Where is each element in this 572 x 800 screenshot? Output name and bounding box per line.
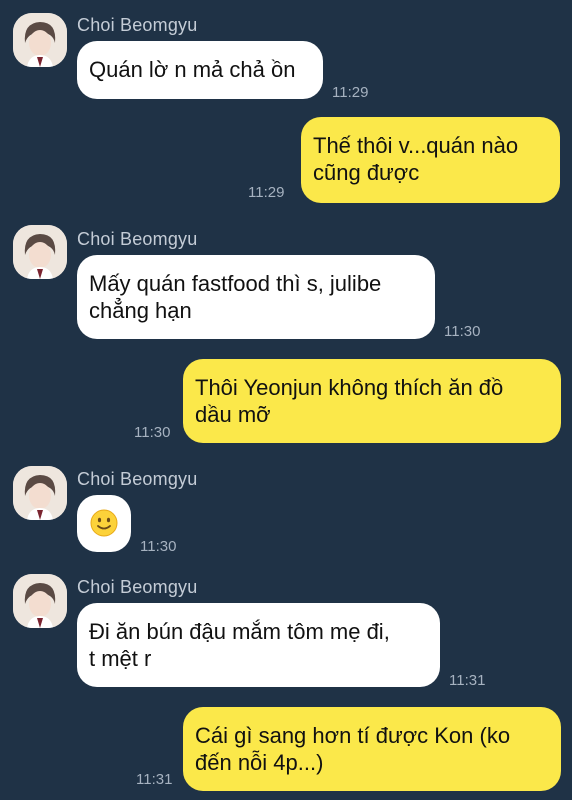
slightly-smiling-face-icon	[90, 509, 118, 537]
message-text-line: Mấy quán fastfood thì s, julibe	[89, 271, 382, 296]
message-bubble-outgoing[interactable]: Cái gì sang hơn tí được Kon (ko đến nỗi …	[183, 707, 561, 791]
message-bubble-incoming[interactable]: Quán lờ n mả chả ồn	[77, 41, 323, 99]
message-timestamp: 11:30	[444, 323, 481, 340]
avatar[interactable]	[13, 574, 67, 628]
message-text-line: đến nỗi 4p...)	[195, 750, 324, 775]
avatar[interactable]	[13, 13, 67, 67]
avatar[interactable]	[13, 225, 67, 279]
message-timestamp: 11:30	[140, 538, 177, 555]
message-bubble-incoming[interactable]: Mấy quán fastfood thì s, julibe chẳng hạ…	[77, 255, 435, 339]
sender-name: Choi Beomgyu	[77, 469, 198, 489]
message-bubble-incoming[interactable]	[77, 495, 131, 552]
avatar[interactable]	[13, 466, 67, 520]
message-bubble-outgoing[interactable]: Thế thôi v...quán nào cũng được	[301, 117, 560, 203]
message-text-line: Thế thôi v...quán nào	[313, 133, 519, 158]
message-text-line: Thôi Yeonjun không thích ăn đồ	[195, 375, 504, 400]
sender-name: Choi Beomgyu	[77, 229, 198, 249]
sender-name: Choi Beomgyu	[77, 15, 198, 35]
message-bubble-incoming[interactable]: Đi ăn bún đậu mắm tôm mẹ đi, t mệt r	[77, 603, 440, 687]
sender-name: Choi Beomgyu	[77, 577, 198, 597]
message-timestamp: 11:29	[248, 184, 285, 201]
message-text: Quán lờ n mả chả ồn	[89, 57, 296, 82]
message-text-line: t mệt r	[89, 646, 152, 671]
message-text-line: Cái gì sang hơn tí được Kon (ko	[195, 723, 511, 748]
message-bubble-outgoing[interactable]: Thôi Yeonjun không thích ăn đồ dầu mỡ	[183, 359, 561, 443]
message-text-line: cũng được	[313, 160, 420, 185]
message-text-line: dầu mỡ	[195, 402, 271, 427]
message-timestamp: 11:29	[332, 84, 369, 101]
message-timestamp: 11:31	[449, 672, 486, 689]
message-timestamp: 11:30	[134, 424, 171, 441]
message-text-line: Đi ăn bún đậu mắm tôm mẹ đi,	[89, 619, 390, 644]
message-timestamp: 11:31	[136, 771, 173, 788]
message-text-line: chẳng hạn	[89, 298, 192, 323]
